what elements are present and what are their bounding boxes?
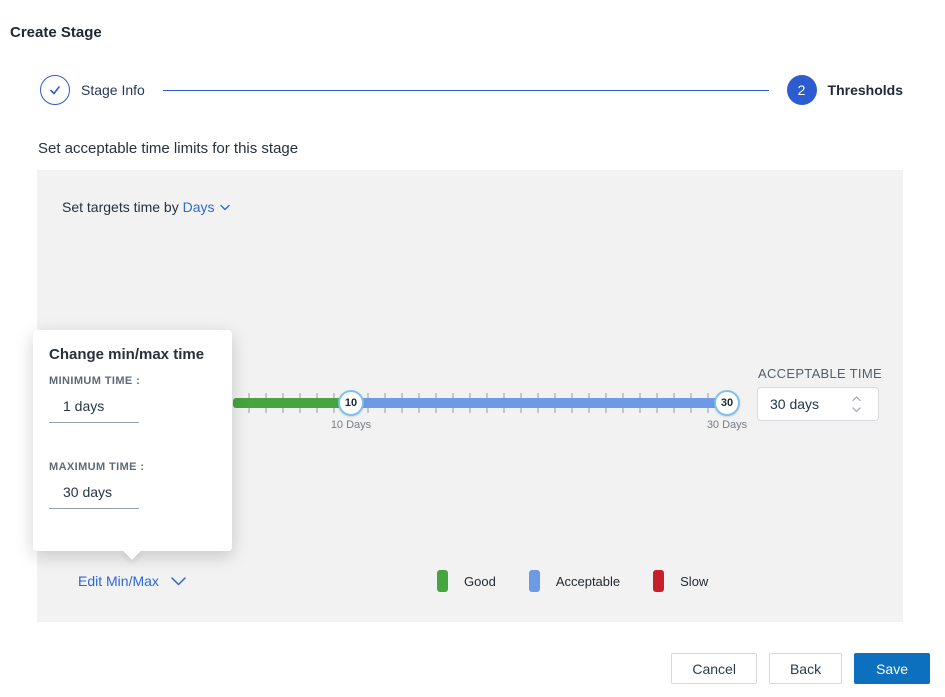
step-number-circle: 2	[787, 75, 817, 105]
set-targets-text: Set targets time by	[62, 199, 179, 215]
legend-item-good: Good	[437, 570, 496, 592]
step-stage-info[interactable]: Stage Info	[40, 75, 145, 105]
legend-item-acceptable: Acceptable	[529, 570, 620, 592]
step-thresholds[interactable]: 2 Thresholds	[787, 75, 903, 105]
cancel-button[interactable]: Cancel	[671, 653, 757, 684]
acceptable-time-input[interactable]	[758, 396, 844, 412]
slider-max-day-label: 30 Days	[697, 419, 757, 431]
legend-swatch-slow	[653, 570, 664, 592]
minimum-time-input[interactable]	[49, 396, 139, 423]
time-range-slider[interactable]	[233, 398, 727, 408]
targets-unit-dropdown[interactable]: Days	[183, 199, 230, 215]
targets-unit-value: Days	[183, 199, 215, 215]
step-number: 2	[798, 82, 806, 98]
section-heading: Set acceptable time limits for this stag…	[38, 140, 298, 157]
legend-label-good: Good	[464, 574, 496, 589]
footer-actions: Cancel Back Save	[671, 653, 930, 684]
popup-title: Change min/max time	[49, 346, 204, 363]
acceptable-time-label: ACCEPTABLE TIME	[758, 366, 882, 381]
edit-minmax-link[interactable]: Edit Min/Max	[78, 573, 186, 589]
legend-item-slow: Slow	[653, 570, 708, 592]
stepper-down-icon[interactable]	[852, 406, 861, 413]
minimum-time-label: MINIMUM TIME :	[49, 375, 140, 387]
acceptable-time-box	[757, 387, 879, 421]
legend-swatch-acceptable	[529, 570, 540, 592]
chevron-down-icon	[171, 577, 186, 586]
chevron-down-icon	[220, 204, 230, 211]
maximum-time-label: MAXIMUM TIME :	[49, 461, 144, 473]
check-icon	[48, 83, 62, 97]
stepper-connector-line	[163, 90, 769, 91]
stepper-up-icon[interactable]	[852, 395, 861, 402]
change-minmax-popup: Change min/max time MINIMUM TIME : MAXIM…	[33, 330, 232, 551]
step-label-stage-info: Stage Info	[81, 82, 145, 98]
legend-label-slow: Slow	[680, 574, 708, 589]
edit-minmax-label: Edit Min/Max	[78, 573, 159, 589]
slider-legend: Good Acceptable Slow	[437, 570, 741, 592]
set-targets-row: Set targets time by Days	[62, 199, 230, 215]
slider-min-day-label: 10 Days	[321, 419, 381, 431]
acceptable-time-stepper	[844, 395, 868, 413]
page-title: Create Stage	[10, 24, 102, 41]
slider-handle-min[interactable]: 10	[338, 390, 364, 416]
legend-label-acceptable: Acceptable	[556, 574, 620, 589]
stepper: Stage Info 2 Thresholds	[40, 75, 903, 105]
save-button[interactable]: Save	[854, 653, 930, 684]
maximum-time-input[interactable]	[49, 482, 139, 509]
slider-handle-max[interactable]: 30	[714, 390, 740, 416]
step-complete-circle	[40, 75, 70, 105]
slider-segment-good	[233, 398, 351, 408]
legend-swatch-good	[437, 570, 448, 592]
create-stage-dialog: Create Stage Stage Info 2 Thresholds Set…	[0, 0, 945, 697]
slider-segment-acceptable	[351, 398, 727, 408]
step-label-thresholds: Thresholds	[828, 82, 903, 98]
back-button[interactable]: Back	[769, 653, 842, 684]
